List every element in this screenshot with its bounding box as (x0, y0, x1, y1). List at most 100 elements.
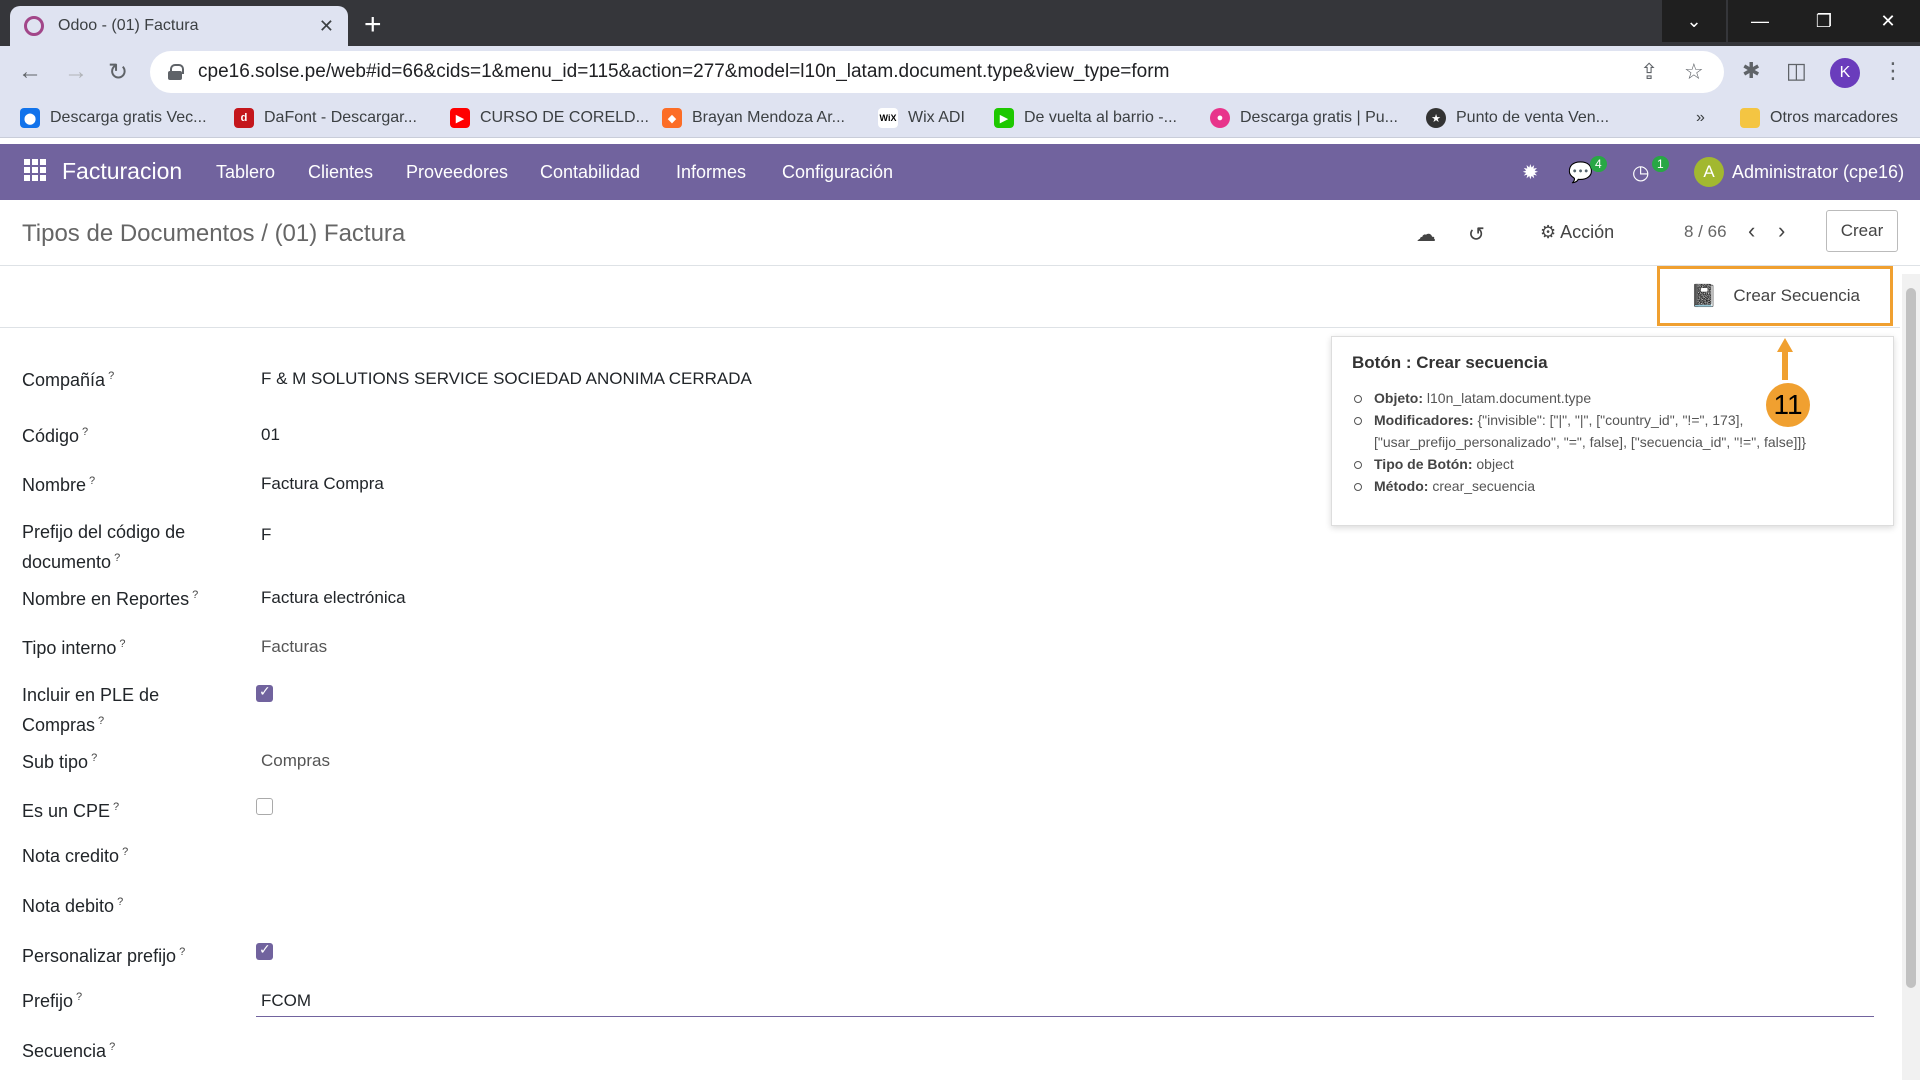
extensions-icon[interactable]: ✱ (1742, 58, 1760, 84)
custom-prefix-checkbox[interactable] (256, 941, 273, 960)
pager-next-icon[interactable]: › (1778, 218, 1785, 244)
back-icon[interactable]: ← (18, 58, 42, 86)
share-icon[interactable]: ⇪ (1640, 59, 1658, 85)
tab-search-icon[interactable]: ⌄ (1662, 0, 1726, 42)
form-scrollbar[interactable] (1902, 274, 1920, 1080)
other-bookmarks-label: Otros marcadores (1770, 109, 1899, 126)
debug-bug-icon[interactable]: ✹ (1522, 160, 1539, 185)
button-tooltip: Botón : Crear secuencia Objeto: l10n_lat… (1331, 336, 1894, 526)
menu-clientes[interactable]: Clientes (308, 162, 373, 183)
bookmark-label: Wix ADI (908, 109, 965, 126)
field-label-name: Nombre? (22, 475, 96, 495)
menu-tablero[interactable]: Tablero (216, 162, 275, 183)
field-label-code: Código? (22, 426, 89, 446)
activities-badge: 1 (1652, 156, 1669, 172)
control-panel: Tipos de Documentos / (01) Factura ☁ ↺ ⚙… (0, 200, 1920, 266)
menu-contabilidad[interactable]: Contabilidad (540, 162, 640, 183)
activities-clock-icon[interactable]: ◷ (1632, 160, 1649, 185)
minimize-icon[interactable]: — (1728, 0, 1792, 42)
wix-icon: WiX (878, 108, 898, 128)
subtype-value[interactable]: Compras (261, 751, 330, 771)
menu-configuracion[interactable]: Configuración (782, 162, 893, 183)
gear-icon: ⚙ (1540, 222, 1557, 242)
browser-toolbar: ← → ↻ cpe16.solse.pe/web#id=66&cids=1&me… (0, 46, 1920, 98)
field-label-doc-prefix: Prefijo del código de documento? (22, 522, 186, 572)
gitlab-icon: ◆ (662, 108, 682, 128)
dafont-icon: d (234, 108, 254, 128)
ple-checkbox[interactable] (256, 683, 273, 702)
bookmarks-bar: ⬤ Descarga gratis Vec... d DaFont - Desc… (0, 98, 1920, 138)
side-panel-icon[interactable]: ◫ (1786, 58, 1807, 84)
field-label-company: Compañía? (22, 370, 115, 390)
bookmark-item[interactable]: ⬤ Descarga gratis Vec... (20, 106, 207, 130)
scrollbar-thumb[interactable] (1906, 288, 1916, 988)
play-icon: ▶ (994, 108, 1014, 128)
youtube-icon: ▶ (450, 108, 470, 128)
bookmark-item[interactable]: ★ Punto de venta Ven... (1426, 106, 1609, 130)
field-label-internal-type: Tipo interno? (22, 638, 126, 658)
cpe-checkbox[interactable] (256, 798, 273, 815)
name-value[interactable]: Factura Compra (261, 474, 384, 494)
bookmark-star-icon[interactable]: ☆ (1684, 59, 1704, 85)
bookmark-item[interactable]: ◆ Brayan Mendoza Ar... (662, 106, 845, 130)
user-avatar[interactable]: A (1694, 157, 1724, 187)
field-label-debit-note: Nota debito? (22, 896, 124, 916)
address-bar[interactable]: cpe16.solse.pe/web#id=66&cids=1&menu_id=… (150, 51, 1724, 93)
restore-icon[interactable]: ❐ (1792, 0, 1856, 42)
lock-icon (168, 64, 184, 80)
bookmark-label: De vuelta al barrio -... (1024, 109, 1177, 126)
messages-badge: 4 (1590, 156, 1607, 172)
field-label-subtype: Sub tipo? (22, 752, 98, 772)
field-label-sequence: Secuencia? (22, 1041, 116, 1061)
field-label-custom-prefix: Personalizar prefijo? (22, 946, 186, 966)
pager-value[interactable]: 8 / 66 (1684, 222, 1727, 242)
crear-secuencia-button[interactable]: 📓 Crear Secuencia (1657, 266, 1893, 326)
bookmark-label: CURSO DE CORELD... (480, 109, 649, 126)
forward-icon[interactable]: → (64, 58, 88, 86)
tooltip-method: Método: crear_secuencia (1352, 475, 1873, 497)
report-name-value[interactable]: Factura electrónica (261, 588, 406, 608)
drop-icon: ● (1210, 108, 1230, 128)
breadcrumb[interactable]: Tipos de Documentos / (01) Factura (22, 220, 405, 248)
other-bookmarks-folder[interactable]: Otros marcadores (1740, 106, 1898, 130)
freepik-icon: ⬤ (20, 108, 40, 128)
field-label-ple: Incluir en PLE de Compras? (22, 685, 160, 735)
save-cloud-icon[interactable]: ☁ (1416, 222, 1436, 247)
browser-tab[interactable]: Odoo - (01) Factura ✕ (10, 6, 348, 46)
field-label-credit-note: Nota credito? (22, 846, 129, 866)
doc-prefix-value[interactable]: F (261, 525, 271, 545)
field-label-prefix: Prefijo? (22, 991, 83, 1011)
create-button[interactable]: Crear (1826, 210, 1898, 252)
bookmark-label: Descarga gratis Vec... (50, 109, 207, 126)
bookmark-item[interactable]: d DaFont - Descargar... (234, 106, 417, 130)
bookmark-item[interactable]: ▶ De vuelta al barrio -... (994, 106, 1177, 130)
app-brand[interactable]: Facturacion (62, 158, 182, 185)
company-value[interactable]: F & M SOLUTIONS SERVICE SOCIEDAD ANONIMA… (261, 369, 752, 389)
code-value[interactable]: 01 (261, 425, 280, 445)
odoo-favicon-icon (24, 16, 44, 36)
menu-proveedores[interactable]: Proveedores (406, 162, 508, 183)
bookmark-label: Descarga gratis | Pu... (1240, 109, 1398, 126)
action-menu[interactable]: ⚙ Acción (1540, 222, 1614, 243)
close-tab-icon[interactable]: ✕ (319, 16, 334, 37)
new-tab-button[interactable]: + (364, 8, 382, 42)
reload-icon[interactable]: ↻ (108, 58, 128, 87)
discard-undo-icon[interactable]: ↺ (1468, 222, 1485, 247)
annotation-arrow-up-icon (1777, 338, 1793, 380)
more-bookmarks-icon[interactable]: » (1696, 106, 1705, 130)
browser-menu-icon[interactable]: ⋮ (1882, 58, 1904, 84)
internal-type-value[interactable]: Facturas (261, 637, 327, 657)
bookmark-item[interactable]: WiX Wix ADI (878, 106, 965, 130)
profile-avatar[interactable]: K (1830, 58, 1860, 88)
user-menu[interactable]: Administrator (cpe16) (1732, 162, 1904, 183)
prefix-input[interactable] (256, 985, 1874, 1017)
pager-previous-icon[interactable]: ‹ (1748, 218, 1755, 244)
app-menu-grid-icon[interactable] (24, 159, 46, 181)
browser-tab-strip: Odoo - (01) Factura ✕ + ⌄ — ❐ ✕ (0, 0, 1920, 46)
bookmark-item[interactable]: ▶ CURSO DE CORELD... (450, 106, 649, 130)
book-icon: 📓 (1689, 283, 1718, 308)
close-window-icon[interactable]: ✕ (1856, 0, 1920, 42)
bookmark-item[interactable]: ● Descarga gratis | Pu... (1210, 106, 1398, 130)
url-text[interactable]: cpe16.solse.pe/web#id=66&cids=1&menu_id=… (198, 61, 1169, 83)
menu-informes[interactable]: Informes (676, 162, 746, 183)
